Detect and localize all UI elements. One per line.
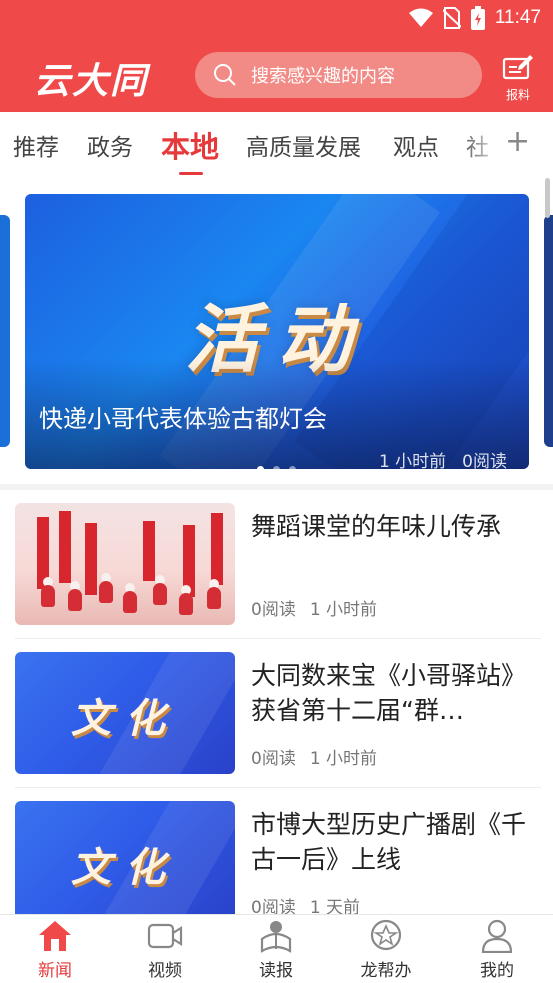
news-time: 1 小时前 bbox=[309, 600, 378, 620]
news-title: 大同数来宝《小哥驿站》获省第十二届“群… bbox=[251, 661, 527, 725]
profile-icon bbox=[481, 919, 513, 953]
report-label: 报料 bbox=[505, 88, 530, 102]
app-screen: 11:47 云大同 搜索感兴趣的内容 报料 推荐 政务 本地 高质量发展 观点 … bbox=[0, 0, 553, 983]
news-thumbnail bbox=[15, 503, 235, 625]
news-title: 市博大型历史广播剧《千古一后》上线 bbox=[251, 810, 527, 874]
banner-meta: 1 小时前 0阅读 bbox=[379, 447, 507, 469]
nav-label: 我的 bbox=[480, 961, 514, 981]
search-placeholder: 搜索感兴趣的内容 bbox=[251, 66, 395, 87]
list-separator bbox=[15, 787, 541, 788]
tab-opinion[interactable]: 观点 bbox=[393, 128, 439, 162]
status-bar: 11:47 bbox=[0, 0, 553, 36]
nav-label: 视频 bbox=[148, 961, 182, 981]
search-icon bbox=[214, 64, 236, 86]
list-separator bbox=[15, 638, 541, 639]
scrollbar[interactable] bbox=[545, 178, 550, 218]
banner-reads: 0阅读 bbox=[462, 452, 507, 469]
banner-time: 1 小时前 bbox=[378, 452, 447, 469]
nav-label: 新闻 bbox=[38, 961, 72, 981]
carousel-dots bbox=[257, 466, 296, 469]
app-logo[interactable]: 云大同 bbox=[34, 52, 148, 104]
news-reads: 0阅读 bbox=[251, 749, 296, 769]
nav-label: 读报 bbox=[259, 961, 293, 981]
tab-development[interactable]: 高质量发展 bbox=[246, 128, 361, 162]
add-channel-button[interactable]: + bbox=[505, 124, 530, 159]
nav-news[interactable]: 新闻 bbox=[0, 915, 110, 983]
news-reads: 0阅读 bbox=[251, 600, 296, 620]
news-thumbnail: 文化 bbox=[15, 652, 235, 774]
news-item[interactable]: 文化 大同数来宝《小哥驿站》获省第十二届“群… 0阅读 1 小时前 bbox=[0, 652, 553, 800]
channel-tabs: 推荐 政务 本地 高质量发展 观点 社 + bbox=[0, 112, 553, 178]
nav-label: 龙帮办 bbox=[360, 961, 412, 981]
wifi-icon bbox=[408, 8, 433, 27]
news-title: 舞蹈课堂的年味儿传承 bbox=[251, 512, 502, 541]
video-icon bbox=[147, 923, 183, 949]
battery-charging-icon bbox=[470, 6, 485, 30]
news-meta: 0阅读 1 小时前 bbox=[251, 595, 377, 620]
search-bar[interactable]: 搜索感兴趣的内容 bbox=[195, 52, 482, 98]
nav-profile[interactable]: 我的 bbox=[442, 915, 552, 983]
news-thumbnail: 文化 bbox=[15, 801, 235, 923]
banner-carousel[interactable]: 活动 快递小哥代表体验古都灯会 1 小时前 0阅读 bbox=[0, 178, 553, 484]
newspaper-reader-icon bbox=[260, 921, 292, 953]
no-sim-icon bbox=[442, 7, 461, 29]
carousel-dot[interactable] bbox=[289, 466, 296, 469]
home-icon bbox=[39, 921, 71, 951]
tab-recommend[interactable]: 推荐 bbox=[13, 128, 59, 162]
prev-banner-peek bbox=[0, 215, 10, 447]
app-header: 11:47 云大同 搜索感兴趣的内容 报料 bbox=[0, 0, 553, 112]
carousel-dot[interactable] bbox=[273, 466, 280, 469]
tab-fade bbox=[458, 112, 503, 178]
news-item[interactable]: 舞蹈课堂的年味儿传承 0阅读 1 小时前 bbox=[0, 503, 553, 651]
active-tab-indicator bbox=[179, 172, 203, 175]
tab-government[interactable]: 政务 bbox=[87, 128, 133, 162]
banner-card[interactable]: 活动 快递小哥代表体验古都灯会 1 小时前 0阅读 bbox=[25, 194, 529, 469]
banner-title: 快递小哥代表体验古都灯会 bbox=[39, 405, 327, 433]
status-time: 11:47 bbox=[494, 7, 541, 28]
nav-service[interactable]: 龙帮办 bbox=[331, 915, 441, 983]
news-meta: 0阅读 1 小时前 bbox=[251, 744, 377, 769]
section-divider bbox=[0, 484, 553, 490]
edit-note-icon bbox=[502, 55, 533, 80]
thumbnail-word: 文化 bbox=[71, 845, 179, 891]
carousel-dot[interactable] bbox=[257, 466, 264, 469]
next-banner-peek bbox=[544, 215, 553, 447]
tab-local[interactable]: 本地 bbox=[161, 124, 219, 166]
news-time: 1 小时前 bbox=[309, 749, 378, 769]
nav-video[interactable]: 视频 bbox=[110, 915, 220, 983]
nav-newspaper[interactable]: 读报 bbox=[221, 915, 331, 983]
service-badge-icon bbox=[370, 919, 402, 951]
thumbnail-word: 文化 bbox=[71, 696, 179, 742]
bottom-navigation: 新闻 视频 读报 龙帮办 我的 bbox=[0, 914, 553, 983]
report-button[interactable]: 报料 bbox=[500, 54, 536, 103]
